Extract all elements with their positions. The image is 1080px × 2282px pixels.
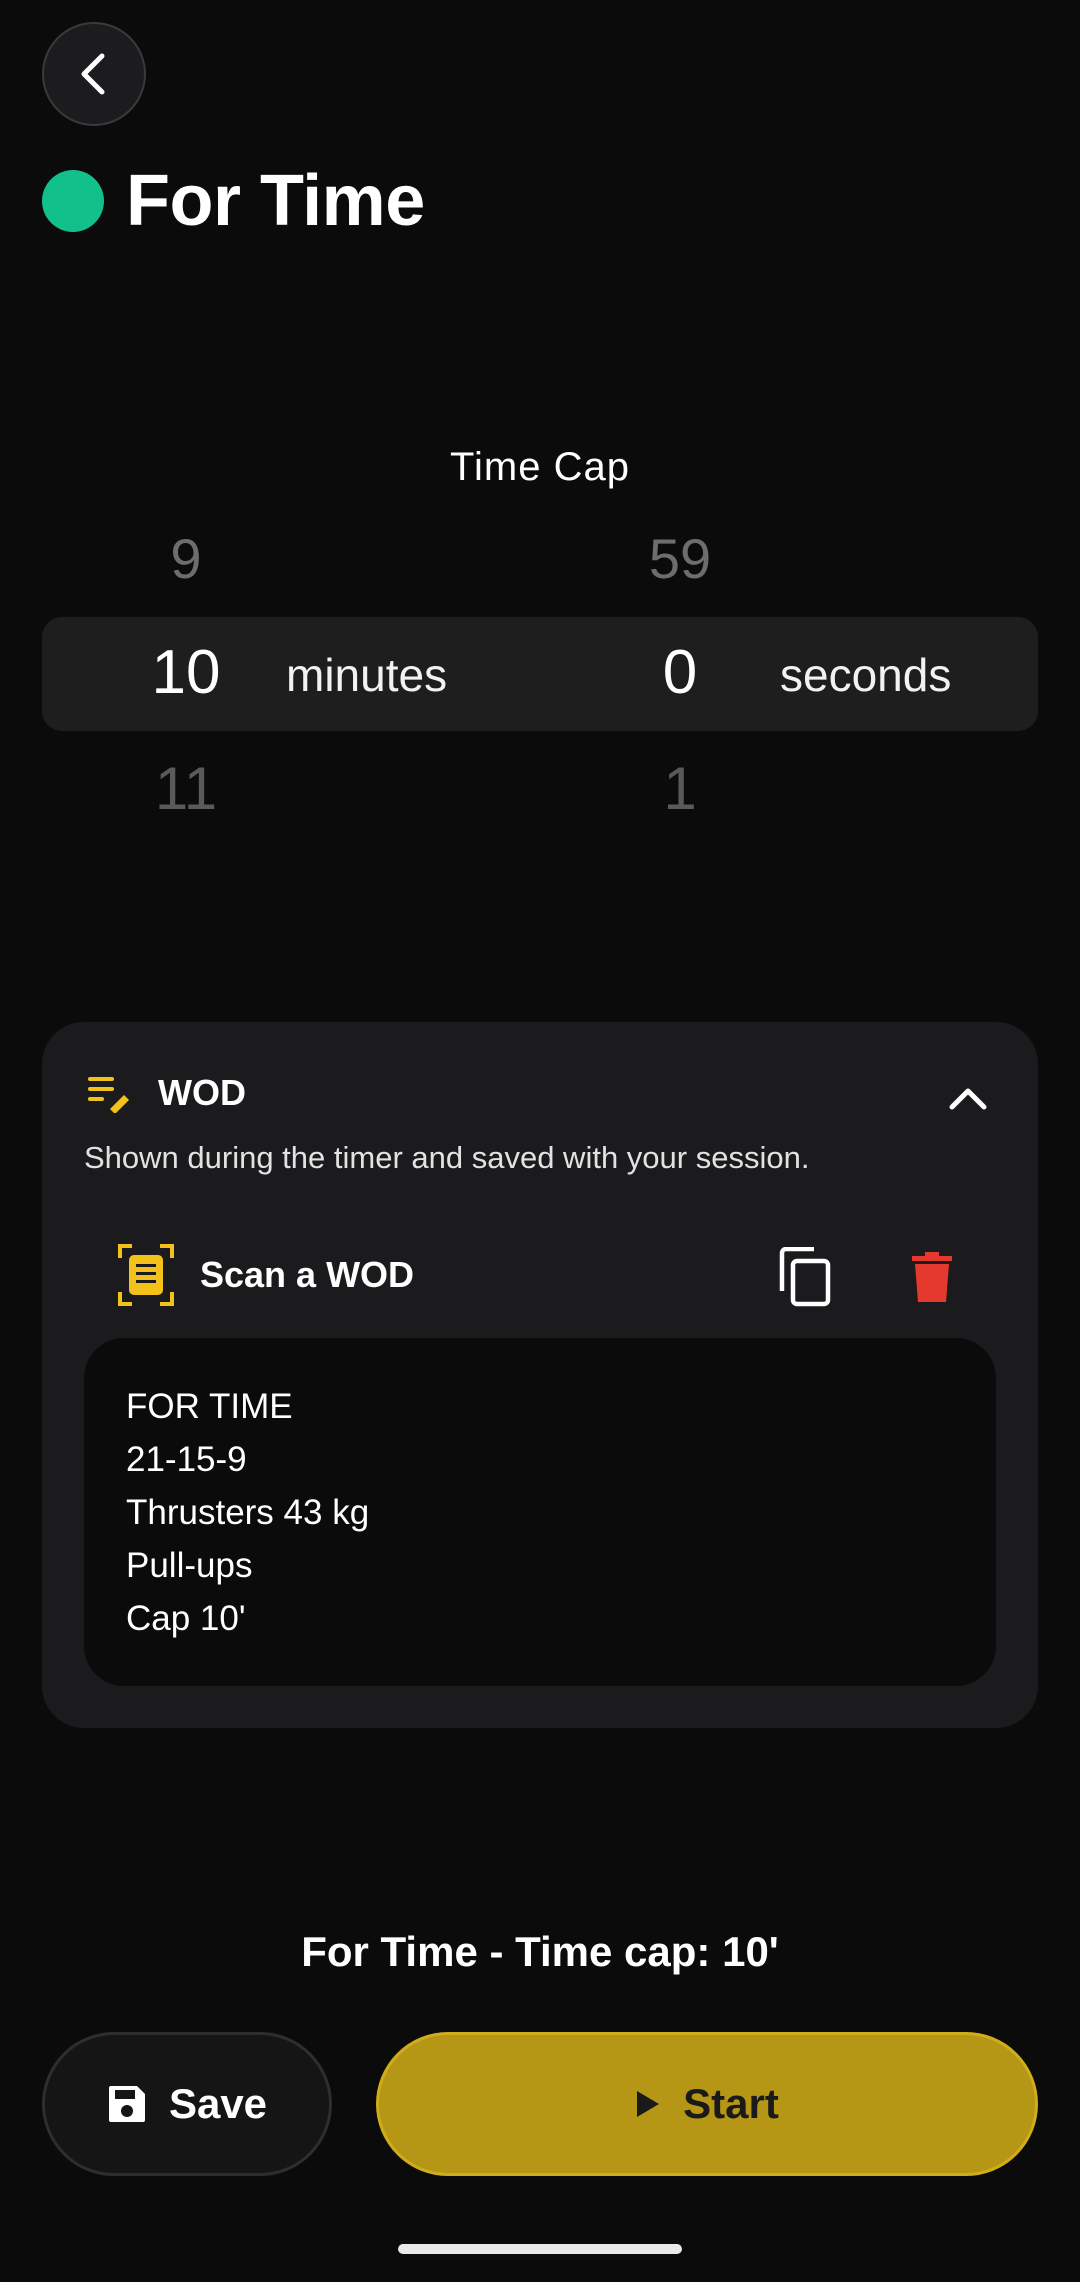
wod-card: WOD Shown during the timer and saved wit… [42,1022,1038,1728]
save-icon [108,2086,145,2122]
minutes-next-value[interactable]: 11 [106,754,266,823]
seconds-prev-value[interactable]: 59 [600,526,760,591]
start-label: Start [683,2080,779,2127]
back-button[interactable] [42,22,146,126]
wod-text-area[interactable]: FOR TIME 21-15-9 Thrusters 43 kg Pull-up… [84,1338,996,1686]
wod-line: 21-15-9 [126,1440,247,1479]
save-label: Save [168,2080,268,2127]
document-scan-icon [118,1244,174,1306]
status-dot [42,170,104,232]
delete-button[interactable] [900,1244,964,1310]
copy-button[interactable] [772,1244,838,1310]
trash-icon [912,1252,952,1302]
chevron-up-icon [949,1088,987,1110]
wod-line: Cap 10' [126,1599,246,1638]
wod-title: WOD [158,1072,246,1113]
seconds-unit-label: seconds [780,649,952,701]
time-cap-label: Time Cap [450,445,630,489]
seconds-selected-value[interactable]: 0 [600,637,760,708]
wod-line: Pull-ups [126,1546,253,1585]
wod-subtitle: Shown during the timer and saved with yo… [84,1140,810,1175]
minutes-unit-label: minutes [286,649,448,701]
wod-header[interactable]: WOD [86,1072,246,1114]
scan-wod-label: Scan a WOD [200,1254,415,1295]
minutes-selected-value[interactable]: 10 [106,637,266,708]
title-row: For Time [42,160,425,242]
workout-summary: For Time - Time cap: 10' [301,1928,779,1975]
start-button[interactable]: Start [376,2032,1038,2176]
play-icon [637,2091,660,2117]
collapse-button[interactable] [944,1074,992,1122]
minutes-prev-value[interactable]: 9 [106,526,266,591]
page-title: For Time [126,161,425,241]
save-button[interactable]: Save [42,2032,332,2176]
notes-edit-icon [88,1077,129,1113]
scan-wod-button[interactable]: Scan a WOD [118,1244,414,1306]
wod-line: Thrusters 43 kg [126,1493,370,1532]
seconds-next-value[interactable]: 1 [600,754,760,823]
wod-line: FOR TIME [126,1387,293,1426]
screen: For Time Time Cap 9 10 11 minutes 59 0 1… [0,0,1080,2282]
chevron-left-icon [81,53,105,95]
home-indicator[interactable] [398,2244,682,2254]
copy-icon [779,1247,831,1307]
